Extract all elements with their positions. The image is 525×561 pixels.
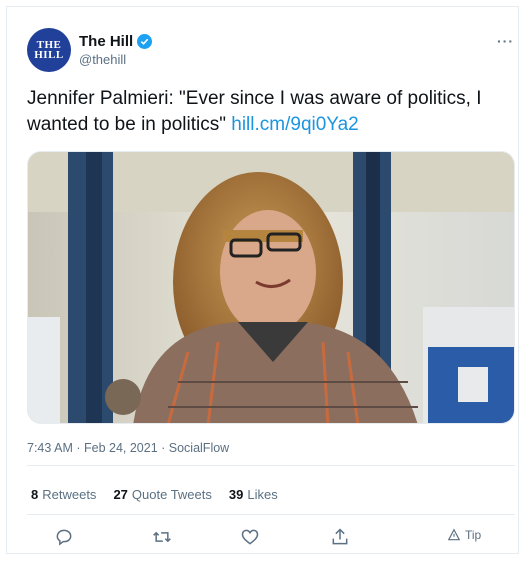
separator: · — [72, 441, 84, 455]
divider — [27, 465, 515, 466]
retweet-icon[interactable] — [151, 526, 173, 548]
tweet-card: THE HILL The Hill @thehill ··· Jennifer … — [6, 6, 519, 554]
retweets-stat[interactable]: 8 Retweets — [31, 487, 96, 502]
tip-label: Tip — [465, 528, 482, 542]
tweet-text: Jennifer Palmieri: "Ever since I was awa… — [27, 86, 507, 138]
likes-stat[interactable]: 39 Likes — [229, 487, 278, 502]
avatar-line2: HILL — [34, 49, 64, 61]
engagement-stats: 8 Retweets 27 Quote Tweets 39 Likes — [31, 487, 278, 502]
divider — [27, 514, 515, 515]
tip-icon — [447, 528, 461, 541]
heart-icon[interactable] — [239, 526, 261, 548]
handle[interactable]: @thehill — [79, 52, 126, 67]
reply-icon[interactable] — [53, 526, 75, 548]
share-icon[interactable] — [329, 526, 351, 548]
tweet-source[interactable]: SocialFlow — [169, 441, 229, 455]
more-options-icon[interactable]: ··· — [497, 33, 514, 49]
photo-airplane-woman — [28, 152, 514, 423]
tweet-date: Feb 24, 2021 — [83, 441, 158, 455]
action-bar: Tip — [27, 522, 515, 552]
name-row: The Hill — [79, 33, 153, 50]
quote-tweets-stat[interactable]: 27 Quote Tweets — [113, 487, 211, 502]
tweet-image[interactable] — [27, 151, 515, 424]
avatar[interactable]: THE HILL — [27, 28, 71, 72]
verified-badge-icon — [137, 34, 153, 49]
timestamp[interactable]: 7:43 AM · Feb 24, 2021 · SocialFlow — [27, 441, 229, 455]
tweet-time: 7:43 AM — [27, 441, 73, 455]
display-name[interactable]: The Hill — [79, 33, 133, 50]
separator: · — [157, 441, 169, 455]
tweet-link[interactable]: hill.cm/9qi0Ya2 — [231, 114, 358, 135]
tip-button[interactable]: Tip — [447, 528, 481, 542]
